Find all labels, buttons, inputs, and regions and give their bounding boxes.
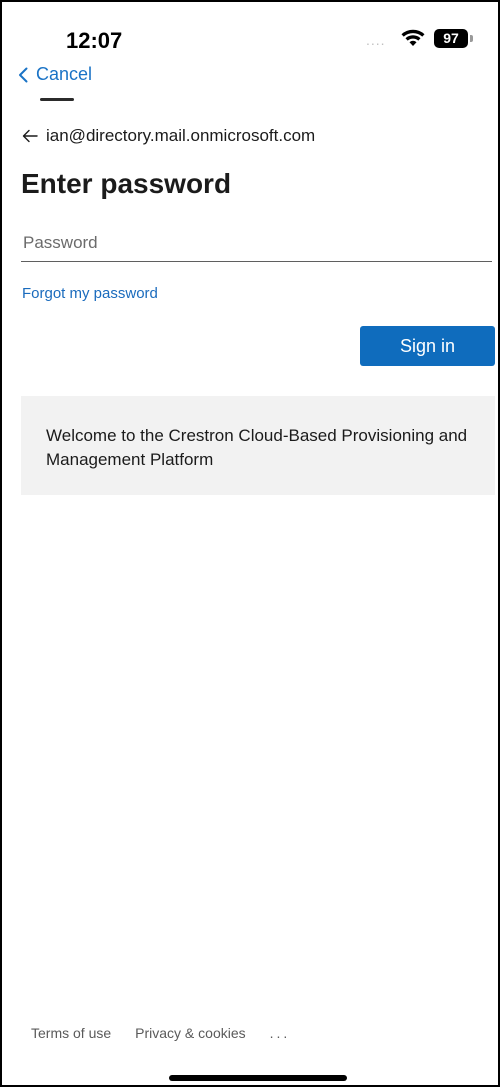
password-input[interactable] — [21, 224, 492, 262]
back-arrow-icon — [22, 129, 38, 143]
battery-cap — [470, 35, 473, 42]
sign-in-button[interactable]: Sign in — [360, 326, 495, 366]
page-title: Enter password — [21, 168, 232, 199]
chevron-left-icon — [19, 67, 28, 82]
battery-icon: 97 — [434, 29, 468, 48]
signal-dots-icon: .... — [366, 32, 386, 48]
wifi-icon — [401, 29, 425, 46]
brand-logo — [40, 98, 74, 101]
more-options-button[interactable]: ... — [270, 1025, 291, 1041]
banner-text: Welcome to the Crestron Cloud-Based Prov… — [46, 426, 468, 469]
status-bar: 12:07 .... 97 — [2, 2, 500, 62]
terms-of-use-link[interactable]: Terms of use — [31, 1025, 111, 1041]
identity-email: ian@directory.mail.onmicrosoft.com — [46, 126, 316, 145]
cancel-button[interactable]: Cancel — [18, 64, 92, 85]
privacy-cookies-link[interactable]: Privacy & cookies — [135, 1025, 245, 1041]
cancel-label: Cancel — [36, 64, 93, 84]
footer: Terms of use Privacy & cookies ... — [31, 1025, 290, 1041]
home-indicator[interactable] — [169, 1075, 347, 1081]
status-time: 12:07 — [66, 28, 123, 53]
app-frame: 12:07 .... 97 Cancel ian@directory.mail.… — [0, 0, 500, 1087]
forgot-password-link[interactable]: Forgot my password — [22, 285, 158, 302]
welcome-banner: Welcome to the Crestron Cloud-Based Prov… — [21, 396, 495, 495]
identity-back-button[interactable]: ian@directory.mail.onmicrosoft.com — [22, 126, 315, 146]
